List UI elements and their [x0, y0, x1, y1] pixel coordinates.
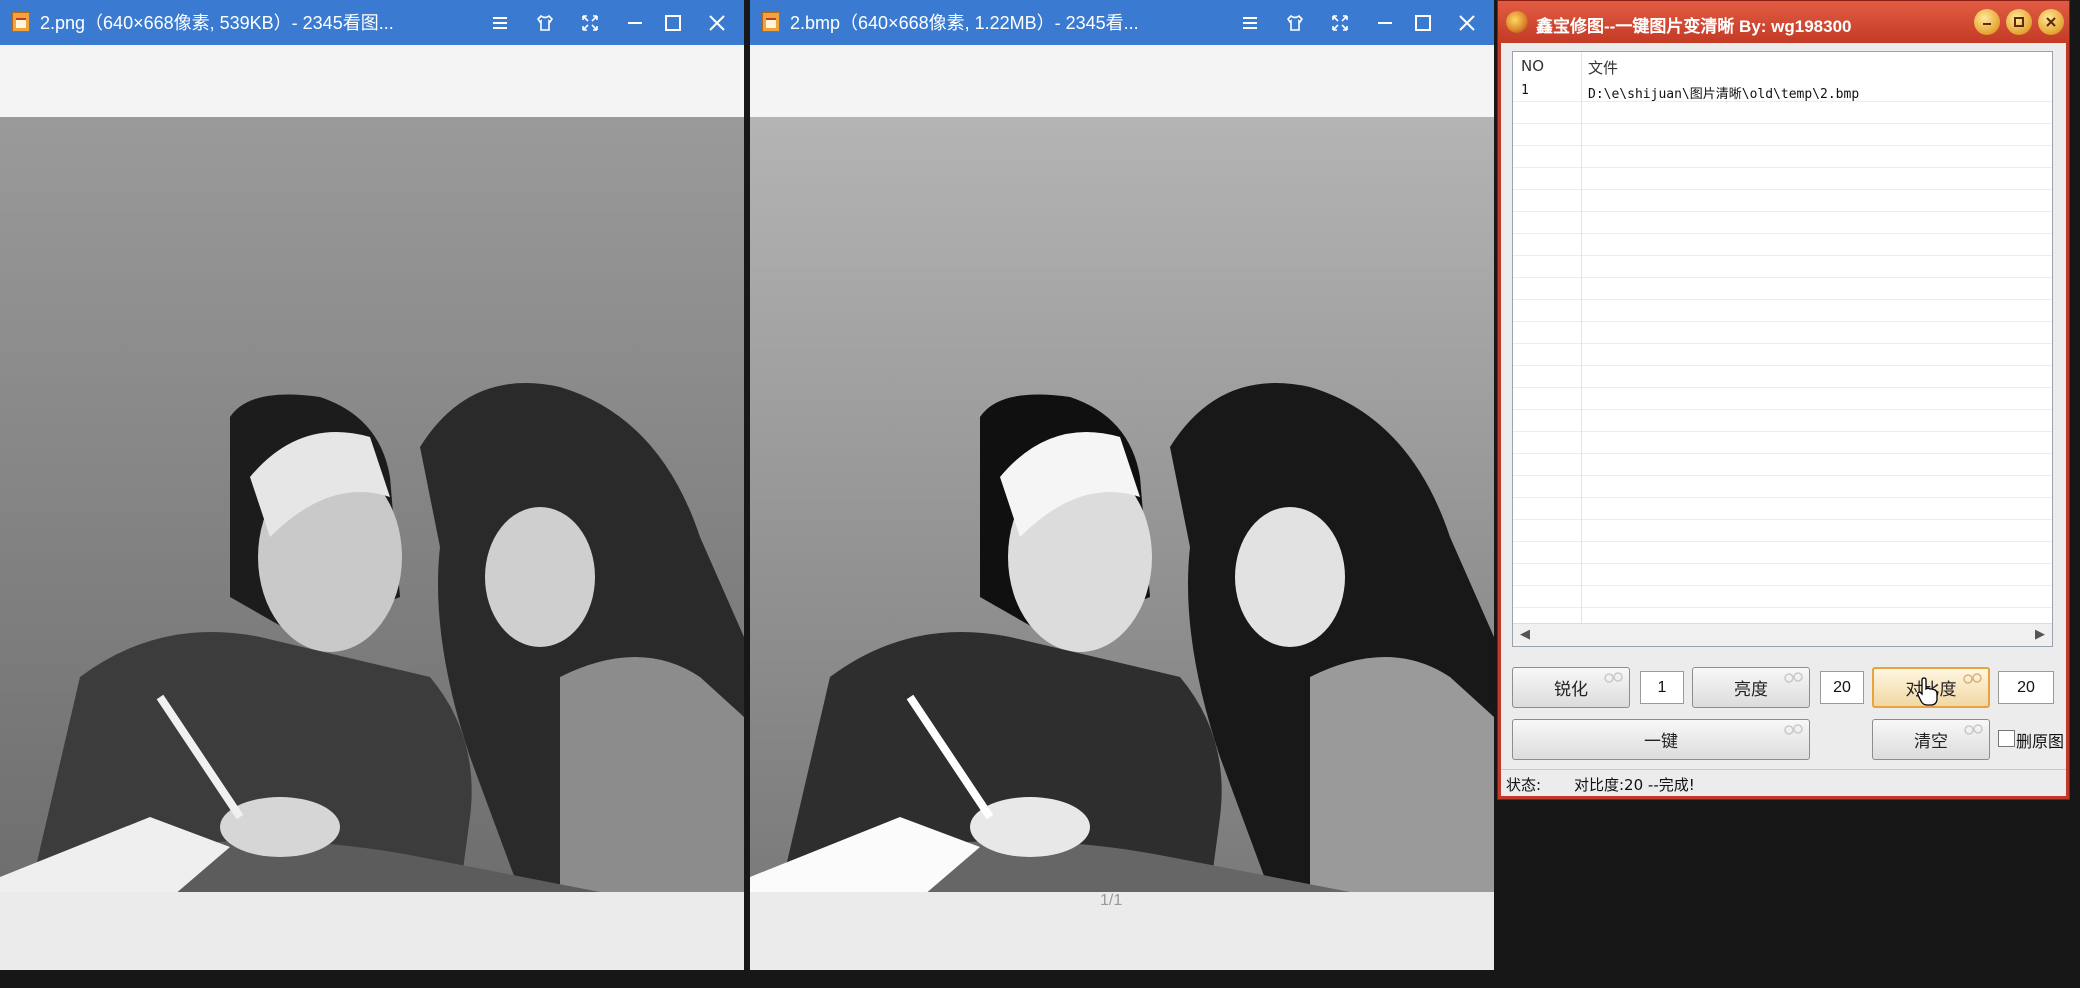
contrast-value-input[interactable]: 20 — [1998, 671, 2054, 704]
xinbao-tool-window: 鑫宝修图--一键图片变清晰 By: wg198300 NO 文件 1 D:\e\… — [1497, 0, 2070, 800]
image-viewer-window-2: 2.bmp（640×668像素, 1.22MB）- 2345看... 1/1 — [750, 0, 1494, 970]
viewer-2-titlebar[interactable]: 2.bmp（640×668像素, 1.22MB）- 2345看... — [750, 0, 1494, 45]
file-list-rows: 1 D:\e\shijuan\图片清晰\old\temp\2.bmp — [1513, 80, 2052, 624]
file-list-header: NO 文件 — [1513, 52, 2052, 81]
viewer-1-title: 2.png（640×668像素, 539KB）- 2345看图... — [40, 13, 394, 33]
menu-icon[interactable] — [1235, 8, 1265, 38]
clear-button[interactable]: 清空 — [1872, 719, 1990, 760]
list-item-no: 1 — [1521, 83, 1529, 98]
sharpen-button-label: 锐化 — [1554, 680, 1588, 700]
sharpen-value-input[interactable]: 1 — [1640, 671, 1684, 704]
viewer-1-toolbar-area — [0, 45, 744, 118]
image-viewer-app-icon — [12, 12, 30, 32]
one-click-button-label: 一键 — [1644, 732, 1678, 752]
delete-original-label: 删原图 — [2016, 732, 2065, 751]
image-viewer-app-icon — [762, 12, 780, 32]
cloud-decoration-icon — [1784, 724, 1803, 735]
fullscreen-icon[interactable] — [575, 8, 605, 38]
cloud-decoration-icon — [1963, 673, 1982, 684]
status-text: 对比度:20 --完成! — [1574, 776, 1695, 794]
one-click-button[interactable]: 一键 — [1512, 719, 1810, 760]
brightness-button[interactable]: 亮度 — [1692, 667, 1810, 708]
viewer-1-titlebar[interactable]: 2.png（640×668像素, 539KB）- 2345看图... — [0, 0, 744, 45]
file-list[interactable]: NO 文件 1 D:\e\shijuan\图片清晰\old\temp\2.bmp… — [1512, 51, 2053, 647]
fullscreen-icon[interactable] — [1325, 8, 1355, 38]
scroll-left-icon[interactable]: ◀ — [1517, 627, 1533, 643]
viewer-2-toolbar-area — [750, 45, 1494, 118]
brightness-value-input[interactable]: 20 — [1820, 671, 1864, 704]
viewer-2-title: 2.bmp（640×668像素, 1.22MB）- 2345看... — [790, 13, 1139, 33]
tool-body: NO 文件 1 D:\e\shijuan\图片清晰\old\temp\2.bmp… — [1501, 43, 2066, 796]
close-icon[interactable] — [2038, 9, 2064, 35]
horizontal-scrollbar[interactable]: ◀ ▶ — [1513, 623, 2052, 646]
column-header-file[interactable]: 文件 — [1588, 57, 1618, 78]
tool-titlebar[interactable]: 鑫宝修图--一键图片变清晰 By: wg198300 — [1498, 1, 2069, 43]
cursor-pointer-icon — [1917, 677, 1938, 706]
skin-icon[interactable] — [1280, 8, 1310, 38]
list-item-file: D:\e\shijuan\图片清晰\old\temp\2.bmp — [1588, 87, 1860, 102]
tool-title: 鑫宝修图--一键图片变清晰 By: wg198300 — [1536, 17, 1852, 36]
image-viewer-window-1: 2.png（640×668像素, 539KB）- 2345看图... — [0, 0, 744, 970]
cloud-decoration-icon — [1784, 672, 1803, 683]
viewer-1-photo — [0, 117, 744, 892]
minimize-icon[interactable] — [1974, 9, 2000, 35]
page-indicator: 1/1 — [1100, 892, 1123, 909]
cloud-decoration-icon — [1604, 672, 1623, 683]
close-icon[interactable] — [702, 8, 732, 38]
status-label: 状态: — [1506, 776, 1542, 794]
xinbao-app-icon — [1506, 11, 1528, 33]
minimize-icon[interactable] — [620, 8, 650, 38]
sharpen-button[interactable]: 锐化 — [1512, 667, 1630, 708]
status-bar: 状态: 对比度:20 --完成! — [1501, 769, 2066, 796]
scroll-right-icon[interactable]: ▶ — [2032, 627, 2048, 643]
brightness-button-label: 亮度 — [1734, 680, 1768, 700]
clear-button-label: 清空 — [1914, 732, 1948, 752]
list-item[interactable]: 1 D:\e\shijuan\图片清晰\old\temp\2.bmp — [1513, 80, 2052, 102]
maximize-icon[interactable] — [2006, 9, 2032, 35]
skin-icon[interactable] — [530, 8, 560, 38]
viewer-2-photo — [750, 117, 1494, 892]
cloud-decoration-icon — [1964, 724, 1983, 735]
maximize-icon[interactable] — [1408, 8, 1438, 38]
delete-original-checkbox[interactable] — [1998, 730, 2015, 747]
column-header-no[interactable]: NO — [1521, 57, 1544, 75]
minimize-icon[interactable] — [1370, 8, 1400, 38]
close-icon[interactable] — [1452, 8, 1482, 38]
maximize-icon[interactable] — [658, 8, 688, 38]
menu-icon[interactable] — [485, 8, 515, 38]
viewer-1-bottom-area — [0, 892, 744, 970]
